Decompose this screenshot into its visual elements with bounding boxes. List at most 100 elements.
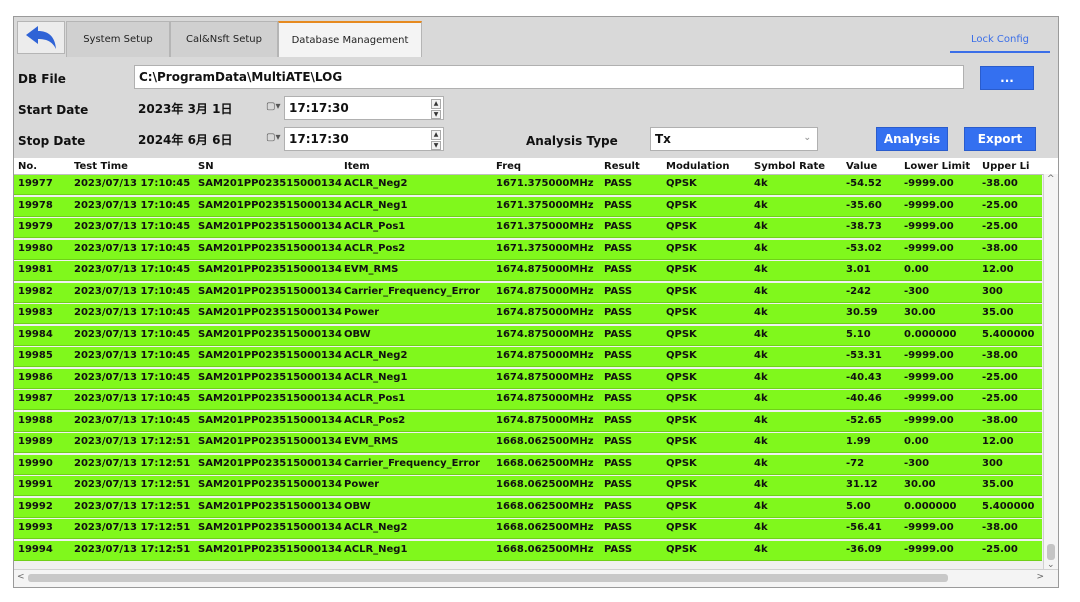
header-col-result[interactable]: Result: [604, 161, 640, 172]
table-row[interactable]: 19993 2023/07/13 17:12:51 SAM201PP02351500…: [14, 519, 1042, 539]
table-row[interactable]: 19991 2023/07/13 17:12:51 SAM201PP02351500…: [14, 476, 1042, 496]
cell-value: -36.09: [846, 543, 882, 555]
spin-down-icon[interactable]: ▼: [431, 109, 441, 119]
stop-time-field[interactable]: 17:17:30 ▲ ▼: [284, 127, 444, 151]
db-file-path-field[interactable]: C:\ProgramData\MultiATE\LOG: [134, 65, 964, 89]
spin-down-icon[interactable]: ▼: [431, 140, 441, 150]
calendar-dropdown-icon[interactable]: ▢▾: [266, 132, 280, 143]
cell-symbol-rate: 4k: [754, 436, 768, 447]
vertical-scroll-thumb[interactable]: [1047, 544, 1055, 560]
cell-result: PASS: [604, 328, 633, 340]
export-button[interactable]: Export: [964, 127, 1036, 151]
table-row[interactable]: 19986 2023/07/13 17:10:45 SAM201PP02351500…: [14, 368, 1042, 389]
scroll-left-icon[interactable]: <: [17, 572, 25, 582]
table-row[interactable]: 19983 2023/07/13 17:10:45 SAM201PP02351500…: [14, 304, 1042, 324]
start-time-field[interactable]: 17:17:30 ▲ ▼: [284, 96, 444, 120]
header-col-item[interactable]: Item: [344, 161, 370, 172]
analysis-type-select[interactable]: Tx ⌄: [650, 127, 818, 151]
cell-lower-limit: -9999.00: [904, 221, 954, 232]
header-col-value[interactable]: Value: [846, 161, 877, 172]
cell-item: Power: [344, 307, 380, 318]
cell-modulation: QPSK: [666, 436, 697, 447]
cell-item: ACLR_Pos1: [344, 221, 406, 232]
start-time-spinner[interactable]: ▲ ▼: [431, 99, 441, 119]
analysis-button[interactable]: Analysis: [876, 127, 948, 151]
table-header: No. Test Time SN Item Freq Result Modulation Sy…: [14, 158, 1058, 175]
cell-no: 19994: [18, 543, 53, 555]
table-row[interactable]: 19990 2023/07/13 17:12:51 SAM201PP02351500…: [14, 454, 1042, 475]
header-col-lower-limit[interactable]: Lower Limit: [904, 161, 970, 172]
cell-lower-limit: 0.000000: [904, 500, 957, 512]
cell-modulation: QPSK: [666, 350, 697, 361]
stop-time-spinner[interactable]: ▲ ▼: [431, 130, 441, 150]
table-row[interactable]: 19994 2023/07/13 17:12:51 SAM201PP02351500…: [14, 540, 1042, 561]
browse-button[interactable]: ...: [980, 66, 1034, 90]
cell-symbol-rate: 4k: [754, 221, 768, 232]
cell-result: PASS: [604, 479, 633, 490]
cell-test-time: 2023/07/13 17:10:45: [74, 371, 191, 383]
cell-item: ACLR_Neg1: [344, 199, 408, 211]
cell-no: 19987: [18, 393, 53, 404]
horizontal-scroll-thumb[interactable]: [28, 574, 948, 582]
cell-test-time: 2023/07/13 17:10:45: [74, 178, 191, 189]
table-row[interactable]: 19980 2023/07/13 17:10:45 SAM201PP02351500…: [14, 239, 1042, 260]
cell-modulation: QPSK: [666, 242, 697, 254]
cell-item: Carrier_Frequency_Error: [344, 457, 481, 469]
cell-upper-limit: -38.00: [982, 350, 1018, 361]
cell-symbol-rate: 4k: [754, 328, 768, 340]
table-row[interactable]: 19977 2023/07/13 17:10:45 SAM201PP02351500…: [14, 175, 1042, 195]
header-col-upper-limit[interactable]: Upper Li: [982, 161, 1029, 172]
cell-value: -40.43: [846, 371, 882, 383]
lock-config-button[interactable]: Lock Config: [950, 27, 1050, 53]
back-button[interactable]: [17, 21, 65, 54]
cell-symbol-rate: 4k: [754, 242, 768, 254]
start-date-value: 2023年 3月 1日: [138, 101, 233, 116]
tab-database-management[interactable]: Database Management: [278, 21, 422, 57]
header-col-test-time[interactable]: Test Time: [74, 161, 128, 172]
header-col-sn[interactable]: SN: [198, 161, 214, 172]
cell-freq: 1674.875000MHz: [496, 350, 594, 361]
cell-result: PASS: [604, 393, 633, 404]
table-row[interactable]: 19982 2023/07/13 17:10:45 SAM201PP02351500…: [14, 282, 1042, 303]
horizontal-scrollbar[interactable]: < >: [14, 569, 1058, 587]
table-row[interactable]: 19989 2023/07/13 17:12:51 SAM201PP02351500…: [14, 433, 1042, 453]
cell-sn: SAM201PP023515000134: [198, 479, 342, 490]
cell-lower-limit: -9999.00: [904, 178, 954, 189]
start-date-picker[interactable]: 2023年 3月 1日 ▢▾: [134, 96, 284, 120]
table-row[interactable]: 19987 2023/07/13 17:10:45 SAM201PP02351500…: [14, 390, 1042, 410]
cell-result: PASS: [604, 457, 633, 469]
cell-result: PASS: [604, 199, 633, 211]
table-row[interactable]: 19985 2023/07/13 17:10:45 SAM201PP02351500…: [14, 347, 1042, 367]
table-row[interactable]: 19978 2023/07/13 17:10:45 SAM201PP02351500…: [14, 196, 1042, 217]
spin-up-icon[interactable]: ▲: [431, 130, 441, 140]
cell-upper-limit: -25.00: [982, 221, 1018, 232]
cell-freq: 1668.062500MHz: [496, 479, 594, 490]
cell-value: -52.65: [846, 414, 882, 426]
header-col-no[interactable]: No.: [18, 161, 37, 172]
scroll-up-icon[interactable]: ^: [1047, 174, 1055, 184]
cell-value: -38.73: [846, 221, 882, 232]
cell-value: 31.12: [846, 479, 878, 490]
scroll-right-icon[interactable]: >: [1036, 572, 1044, 582]
table-row[interactable]: 19981 2023/07/13 17:10:45 SAM201PP02351500…: [14, 261, 1042, 281]
table-row[interactable]: 19992 2023/07/13 17:12:51 SAM201PP02351500…: [14, 497, 1042, 518]
header-col-freq[interactable]: Freq: [496, 161, 521, 172]
cell-sn: SAM201PP023515000134: [198, 242, 342, 254]
cell-value: 5.00: [846, 500, 871, 512]
vertical-scrollbar[interactable]: ^ ⌄: [1043, 174, 1058, 570]
tab-system-setup[interactable]: System Setup: [66, 21, 170, 57]
cell-result: PASS: [604, 500, 633, 512]
results-table[interactable]: No. Test Time SN Item Freq Result Modulation Sy…: [14, 158, 1058, 587]
tab-cal-nsft-setup[interactable]: Cal&Nsft Setup: [170, 21, 278, 57]
cell-freq: 1668.062500MHz: [496, 436, 594, 447]
calendar-dropdown-icon[interactable]: ▢▾: [266, 101, 280, 112]
table-row[interactable]: 19979 2023/07/13 17:10:45 SAM201PP02351500…: [14, 218, 1042, 238]
table-row[interactable]: 19984 2023/07/13 17:10:45 SAM201PP02351500…: [14, 325, 1042, 346]
cell-lower-limit: -9999.00: [904, 543, 954, 555]
header-col-modulation[interactable]: Modulation: [666, 161, 729, 172]
table-row[interactable]: 19988 2023/07/13 17:10:45 SAM201PP02351500…: [14, 411, 1042, 432]
stop-date-picker[interactable]: 2024年 6月 6日 ▢▾: [134, 127, 284, 151]
spin-up-icon[interactable]: ▲: [431, 99, 441, 109]
cell-modulation: QPSK: [666, 414, 697, 426]
header-col-symbol-rate[interactable]: Symbol Rate: [754, 161, 825, 172]
